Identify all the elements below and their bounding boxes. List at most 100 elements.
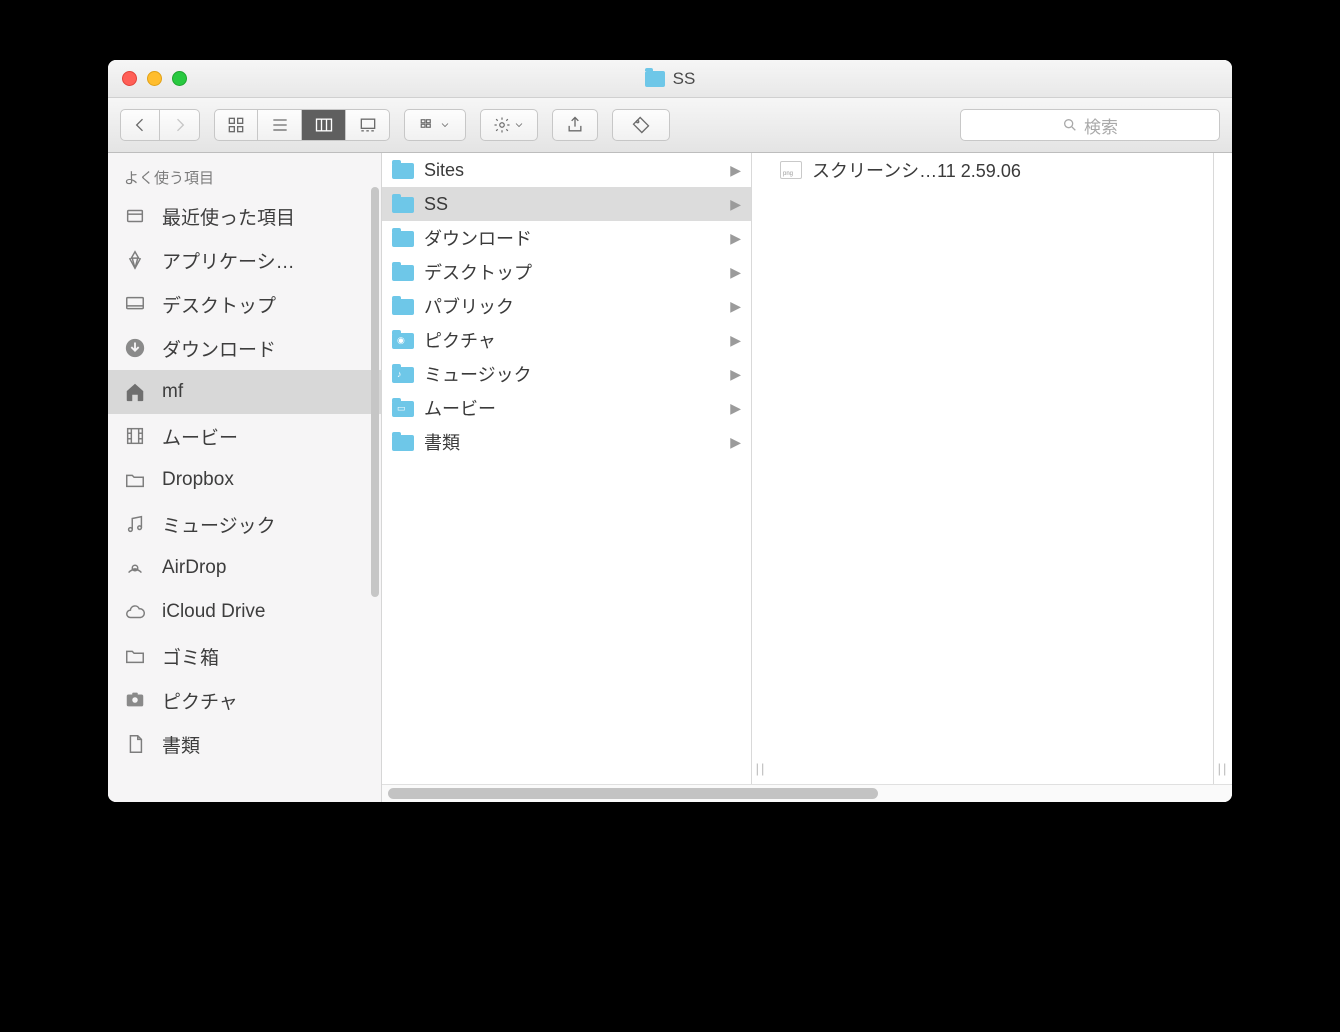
sidebar-item[interactable]: 最近使った項目: [108, 194, 381, 238]
sidebar-item-label: ゴミ箱: [162, 643, 219, 670]
toolbar: 検索: [108, 98, 1232, 153]
minimize-button[interactable]: [147, 71, 162, 86]
folder-label: ミュージック: [424, 361, 532, 387]
sidebar-item-label: ムービー: [162, 423, 238, 450]
list-view-button[interactable]: [258, 109, 302, 141]
sidebar-section-header: よく使う項目: [108, 153, 381, 194]
sidebar-item[interactable]: ムービー: [108, 414, 381, 458]
folder-icon: [392, 297, 414, 315]
sidebar-item[interactable]: ゴミ箱: [108, 634, 381, 678]
sidebar-item[interactable]: iCloud Drive: [108, 590, 381, 634]
close-button[interactable]: [122, 71, 137, 86]
share-button[interactable]: [552, 109, 598, 141]
sidebar: よく使う項目 最近使った項目アプリケーシ… デスクトップダウンロード mf ムービー D…: [108, 153, 382, 802]
sidebar-item-label: ダウンロード: [162, 335, 276, 362]
chevron-right-icon: ▶: [730, 332, 741, 349]
chevron-right-icon: ▶: [730, 264, 741, 281]
folder-row[interactable]: ダウンロード▶: [382, 221, 751, 255]
sidebar-item[interactable]: mf: [108, 370, 381, 414]
column-2: スクリーンシ…11 2.59.06: [770, 153, 1214, 784]
folder-icon: [122, 469, 148, 491]
folder-icon: ♪: [392, 365, 414, 383]
folder-row[interactable]: 書類▶: [382, 425, 751, 459]
sidebar-item-label: 最近使った項目: [162, 203, 295, 230]
sidebar-item-label: iCloud Drive: [162, 601, 265, 623]
folder-row[interactable]: ♪ ミュージック ▶: [382, 357, 751, 391]
back-button[interactable]: [120, 109, 160, 141]
column-view-button[interactable]: [302, 109, 346, 141]
folder-label: 書類: [424, 429, 460, 455]
sidebar-item[interactable]: ピクチャ: [108, 678, 381, 722]
desktop-icon: [122, 293, 148, 315]
chevron-right-icon: [170, 115, 190, 135]
sidebar-item[interactable]: ミュージック: [108, 502, 381, 546]
tags-button[interactable]: [612, 109, 670, 141]
folder-icon: [392, 161, 414, 179]
chevron-right-icon: ▶: [730, 162, 741, 179]
list-icon: [270, 115, 290, 135]
sidebar-item[interactable]: 書類: [108, 722, 381, 766]
sidebar-item[interactable]: アプリケーシ…: [108, 238, 381, 282]
folder-row[interactable]: ▭ムービー▶: [382, 391, 751, 425]
action-button[interactable]: [480, 109, 538, 141]
chevron-right-icon: ▶: [730, 366, 741, 383]
file-row[interactable]: スクリーンシ…11 2.59.06: [770, 153, 1213, 187]
documents-icon: [122, 733, 148, 755]
sidebar-item-label: mf: [162, 381, 183, 403]
folder-icon: [645, 71, 665, 87]
folder-row[interactable]: Sites ▶: [382, 153, 751, 187]
movies-icon: [122, 425, 148, 447]
chevron-down-icon: [439, 115, 451, 135]
sidebar-scrollbar[interactable]: [371, 187, 379, 597]
sidebar-item[interactable]: AirDrop: [108, 546, 381, 590]
folder-icon: [392, 433, 414, 451]
gear-icon: [493, 115, 511, 135]
sidebar-item-label: ミュージック: [162, 511, 276, 538]
folder-icon: ▭: [392, 399, 414, 417]
scrollbar-thumb[interactable]: [388, 788, 878, 799]
sidebar-item[interactable]: デスクトップ: [108, 282, 381, 326]
share-icon: [565, 115, 585, 135]
chevron-right-icon: ▶: [730, 298, 741, 315]
folder-icon: [392, 195, 414, 213]
sidebar-item-label: AirDrop: [162, 557, 226, 579]
chevron-right-icon: ▶: [730, 400, 741, 417]
column-resize-handle[interactable]: ||: [752, 153, 770, 784]
titlebar[interactable]: SS: [108, 60, 1232, 98]
icon-view-button[interactable]: [214, 109, 258, 141]
column-1: Sites▶SS▶ダウンロード▶デスクトップ▶パブリック▶◉ピクチャ▶♪ミュージ…: [382, 153, 752, 784]
gallery-icon: [358, 115, 378, 135]
arrange-icon: [419, 115, 437, 135]
column-resize-handle[interactable]: ||: [1214, 153, 1232, 784]
search-placeholder: 検索: [1084, 113, 1118, 138]
folder-row[interactable]: パブリック▶: [382, 289, 751, 323]
folder-icon: [392, 263, 414, 281]
downloads-icon: [122, 337, 148, 359]
sidebar-item-label: デスクトップ: [162, 291, 276, 318]
folder-icon: ◉: [392, 331, 414, 349]
window-title-text: SS: [673, 69, 696, 89]
grid-icon: [226, 115, 246, 135]
forward-button[interactable]: [160, 109, 200, 141]
chevron-right-icon: ▶: [730, 196, 741, 213]
folder-label: Sites: [424, 160, 464, 181]
folder-row[interactable]: ◉ ピクチャ ▶: [382, 323, 751, 357]
folder-label: ピクチャ: [424, 327, 496, 353]
horizontal-scrollbar[interactable]: [382, 784, 1232, 802]
chevron-down-icon: [513, 115, 525, 135]
window-title: SS: [108, 69, 1232, 89]
zoom-button[interactable]: [172, 71, 187, 86]
home-icon: [122, 381, 148, 403]
sidebar-item[interactable]: ダウンロード: [108, 326, 381, 370]
sidebar-item-label: Dropbox: [162, 469, 234, 491]
sidebar-item-label: 書類: [162, 731, 200, 758]
sidebar-item[interactable]: Dropbox: [108, 458, 381, 502]
tag-icon: [631, 115, 651, 135]
gallery-view-button[interactable]: [346, 109, 390, 141]
search-input[interactable]: 検索: [960, 109, 1220, 141]
folder-row[interactable]: SS▶: [382, 187, 751, 221]
search-icon: [1062, 117, 1078, 133]
arrange-button[interactable]: [404, 109, 466, 141]
airdrop-icon: [122, 557, 148, 579]
folder-row[interactable]: デスクトップ▶: [382, 255, 751, 289]
